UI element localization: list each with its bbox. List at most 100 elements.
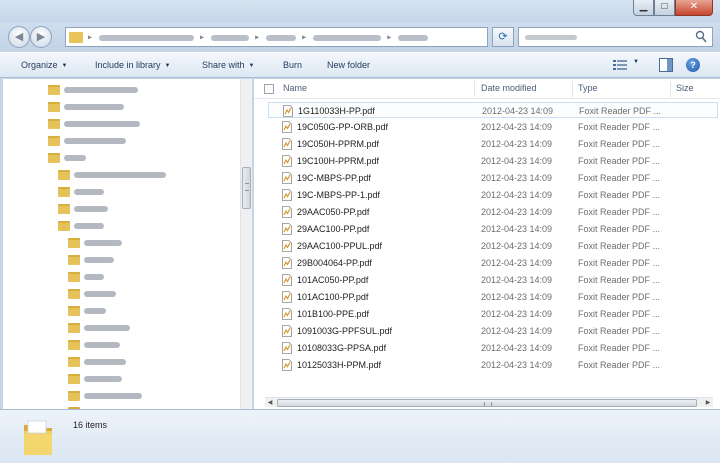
file-name: 101B100-PPE.pdf	[297, 309, 370, 319]
breadcrumb-item-blurred[interactable]	[312, 34, 381, 41]
file-type: Foxit Reader PDF ...	[578, 139, 661, 149]
folder-icon	[68, 238, 80, 248]
column-header-type[interactable]: Type	[578, 79, 598, 99]
file-name: 29AAC050-PP.pdf	[297, 207, 370, 217]
refresh-icon: ⟳	[498, 31, 508, 43]
folder-icon	[48, 153, 60, 163]
folder-icon	[68, 357, 80, 367]
search-placeholder-blurred	[525, 35, 577, 40]
breadcrumb-item-blurred[interactable]	[397, 34, 428, 41]
column-divider[interactable]	[670, 81, 671, 97]
folder-icon	[68, 255, 80, 265]
folder-icon	[58, 187, 70, 197]
file-type: Foxit Reader PDF ...	[578, 326, 661, 336]
breadcrumb-separator: ▸	[200, 32, 205, 42]
breadcrumb-separator: ▸	[255, 32, 260, 42]
file-name: 19C-MBPS-PP.pdf	[297, 173, 371, 183]
file-row[interactable]: 10125033H-PPM.pdf 2012-04-23 14:09 Foxit R…	[268, 357, 718, 373]
folder-icon	[68, 323, 80, 333]
file-row[interactable]: 19C050G-PP-ORB.pdf 2012-04-23 14:09 Foxit …	[268, 119, 718, 135]
file-date-modified: 2012-04-23 14:09	[481, 326, 553, 336]
file-row[interactable]: 1G110033H-PP.pdf 2012-04-23 14:09 Foxit Re…	[268, 102, 718, 118]
pdf-file-icon	[282, 342, 292, 354]
file-row[interactable]: 19C100H-PPRM.pdf 2012-04-23 14:09 Foxit Re…	[268, 153, 718, 169]
breadcrumb-separator: ▸	[387, 32, 392, 42]
scroll-left-icon[interactable]: ◀	[265, 398, 275, 408]
back-button[interactable]: ◀	[8, 26, 30, 48]
pdf-file-icon	[282, 206, 292, 218]
file-row[interactable]: 29AAC050-PP.pdf 2012-04-23 14:09 Foxit Rea…	[268, 204, 718, 220]
chevron-down-icon[interactable]: ▼	[633, 59, 639, 65]
file-row[interactable]: 29AAC100-PPUL.pdf 2012-04-23 14:09 Foxit R…	[268, 238, 718, 254]
file-name: 10125033H-PPM.pdf	[297, 360, 382, 370]
forward-button[interactable]: ▶	[30, 26, 52, 48]
close-button[interactable]: ✕	[675, 0, 713, 16]
breadcrumb: ▸ ▸ ▸ ▸ ▸	[88, 28, 432, 46]
organize-button[interactable]: Organize ▼	[21, 53, 67, 79]
search-icon[interactable]	[695, 30, 707, 44]
folder-icon	[68, 374, 80, 384]
chevron-down-icon: ▼	[61, 63, 68, 69]
file-date-modified: 2012-04-23 14:09	[482, 106, 554, 116]
file-type: Foxit Reader PDF ...	[578, 173, 661, 183]
views-icon[interactable]	[613, 59, 627, 71]
minimize-button[interactable]: ▁	[633, 0, 654, 16]
file-row[interactable]: 101AC050-PP.pdf 2012-04-23 14:09 Foxit Rea…	[268, 272, 718, 288]
chevron-down-icon: ▼	[248, 63, 255, 69]
file-type: Foxit Reader PDF ...	[578, 207, 661, 217]
column-divider[interactable]	[474, 81, 475, 97]
address-bar[interactable]: ▸ ▸ ▸ ▸ ▸ ▼	[65, 27, 488, 47]
search-input[interactable]	[518, 27, 713, 47]
file-row[interactable]: 29AAC100-PP.pdf 2012-04-23 14:09 Foxit Rea…	[268, 221, 718, 237]
folder-icon	[58, 204, 70, 214]
file-name: 101AC100-PP.pdf	[297, 292, 369, 302]
file-type: Foxit Reader PDF ...	[578, 258, 661, 268]
nav-scrollbar[interactable]	[240, 79, 252, 409]
file-type: Foxit Reader PDF ...	[578, 190, 661, 200]
file-row[interactable]: 10108033G-PPSA.pdf 2012-04-23 14:09 Foxit …	[268, 340, 718, 356]
file-date-modified: 2012-04-23 14:09	[481, 173, 553, 183]
folder-icon	[48, 85, 60, 95]
breadcrumb-item-blurred[interactable]	[98, 34, 194, 41]
column-header-row: Name Date modified Type Size	[254, 79, 720, 99]
file-name: 19C100H-PPRM.pdf	[297, 156, 380, 166]
pdf-file-icon	[282, 325, 292, 337]
file-row[interactable]: 19C-MBPS-PP-1.pdf 2012-04-23 14:09 Foxit R…	[268, 187, 718, 203]
scroll-right-icon[interactable]: ▶	[703, 398, 713, 408]
folder-icon	[68, 340, 80, 350]
file-row[interactable]: 1091003G-PPFSUL.pdf 2012-04-23 14:09 Foxit…	[268, 323, 718, 339]
file-list-pane: Name Date modified Type Size 1G110033H-P…	[254, 79, 720, 409]
horizontal-scroll-thumb[interactable]	[277, 399, 697, 407]
breadcrumb-item-blurred[interactable]	[210, 34, 249, 41]
refresh-button[interactable]: ⟳	[492, 27, 514, 47]
file-row[interactable]: 19C050H-PPRM.pdf 2012-04-23 14:09 Foxit Re…	[268, 136, 718, 152]
file-date-modified: 2012-04-23 14:09	[481, 309, 553, 319]
file-name: 101AC050-PP.pdf	[297, 275, 369, 285]
folder-icon	[58, 170, 70, 180]
breadcrumb-item-blurred[interactable]	[265, 34, 296, 41]
column-divider[interactable]	[572, 81, 573, 97]
file-row[interactable]: 19C-MBPS-PP.pdf 2012-04-23 14:09 Foxit Rea…	[268, 170, 718, 186]
item-count: 16 items	[73, 420, 108, 430]
file-row[interactable]: 101B100-PPE.pdf 2012-04-23 14:09 Foxit Rea…	[268, 306, 718, 322]
file-name: 29B004064-PP.pdf	[297, 258, 372, 268]
chevron-down-icon: ▼	[164, 63, 171, 69]
file-row[interactable]: 101AC100-PP.pdf 2012-04-23 14:09 Foxit Rea…	[268, 289, 718, 305]
share-with-button[interactable]: Share with ▼	[202, 53, 254, 79]
file-date-modified: 2012-04-23 14:09	[481, 190, 553, 200]
folder-icon	[48, 119, 60, 129]
column-header-size[interactable]: Size	[676, 79, 694, 99]
help-icon[interactable]: ?	[686, 58, 700, 72]
column-header-date-modified[interactable]: Date modified	[481, 79, 537, 99]
burn-button[interactable]: Burn	[283, 53, 302, 79]
include-in-library-button[interactable]: Include in library ▼	[95, 53, 170, 79]
file-type: Foxit Reader PDF ...	[578, 156, 661, 166]
preview-pane-icon[interactable]	[659, 58, 673, 72]
folder-icon	[68, 272, 80, 282]
select-all-checkbox[interactable]	[264, 84, 274, 94]
column-header-name[interactable]: Name	[283, 79, 307, 99]
file-row[interactable]: 29B004064-PP.pdf 2012-04-23 14:09 Foxit Re…	[268, 255, 718, 271]
maximize-button[interactable]: □	[654, 0, 675, 16]
new-folder-button[interactable]: New folder	[327, 53, 370, 79]
horizontal-scrollbar[interactable]: ◀ ▶	[265, 397, 713, 407]
